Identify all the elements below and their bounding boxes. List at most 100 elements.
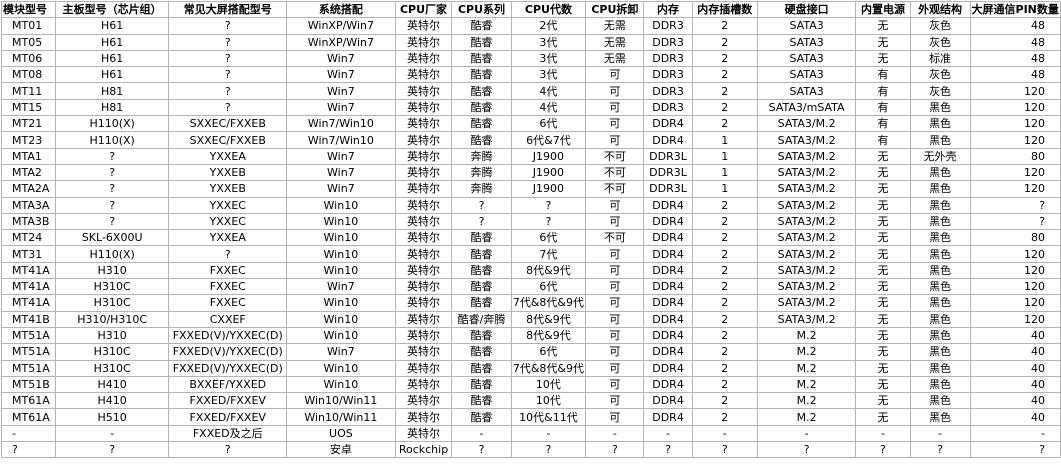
- cell-cpu-series[interactable]: 酷睿: [451, 229, 512, 247]
- cell-cpu-removable[interactable]: 可: [585, 196, 645, 214]
- cell-cpu-generation[interactable]: ?: [510, 212, 587, 231]
- cell-memory-type[interactable]: DDR4: [643, 294, 693, 312]
- cell-memory-type[interactable]: DDR4: [643, 375, 693, 394]
- column-header-appearance[interactable]: 外观结构: [909, 0, 971, 19]
- cell-internal-power[interactable]: 无: [855, 147, 911, 165]
- cell-memory-slots[interactable]: 2: [691, 408, 758, 426]
- cell-screen-model[interactable]: ?: [168, 66, 288, 84]
- cell-os[interactable]: Win7/Win10: [286, 115, 396, 133]
- cell-internal-power[interactable]: 无: [855, 229, 911, 247]
- cell-appearance[interactable]: ?: [909, 441, 971, 459]
- cell-disk-interface[interactable]: SATA3/M.2: [756, 131, 857, 149]
- cell-internal-power[interactable]: 无: [855, 343, 911, 361]
- cell-memory-type[interactable]: DDR4: [643, 343, 693, 361]
- cell-cpu-removable[interactable]: ?: [585, 441, 645, 459]
- cell-module-model[interactable]: MTA2A: [1, 180, 56, 198]
- cell-cpu-series[interactable]: 奔腾: [451, 163, 512, 182]
- cell-internal-power[interactable]: 无: [855, 278, 911, 296]
- cell-motherboard-model[interactable]: H410: [54, 375, 170, 394]
- cell-disk-interface[interactable]: M.2: [756, 359, 857, 377]
- cell-os[interactable]: Win10/Win11: [286, 392, 396, 410]
- cell-cpu-vendor[interactable]: 英特尔: [394, 33, 453, 51]
- cell-memory-slots[interactable]: 1: [691, 131, 758, 149]
- cell-cpu-series[interactable]: 酷睿: [451, 261, 512, 280]
- cell-cpu-removable[interactable]: 可: [585, 66, 645, 84]
- cell-module-model[interactable]: MT06: [1, 49, 56, 68]
- cell-screen-pin-count[interactable]: 120: [969, 131, 1061, 149]
- cell-disk-interface[interactable]: M.2: [756, 375, 857, 394]
- cell-internal-power[interactable]: ?: [855, 441, 911, 459]
- cell-cpu-series[interactable]: 酷睿: [451, 66, 512, 84]
- cell-cpu-generation[interactable]: 6代: [510, 115, 587, 133]
- cell-cpu-series[interactable]: 酷睿: [451, 115, 512, 133]
- cell-motherboard-model[interactable]: H61: [54, 17, 170, 35]
- cell-os[interactable]: Win7: [286, 278, 396, 296]
- cell-os[interactable]: Win7: [286, 180, 396, 198]
- cell-module-model[interactable]: MT24: [1, 229, 56, 247]
- cell-module-model[interactable]: MT61A: [1, 408, 56, 426]
- cell-cpu-series[interactable]: 酷睿: [451, 392, 512, 410]
- cell-internal-power[interactable]: 无: [855, 212, 911, 231]
- cell-screen-pin-count[interactable]: 120: [969, 278, 1061, 296]
- cell-os[interactable]: Win10: [286, 212, 396, 231]
- cell-internal-power[interactable]: 无: [855, 196, 911, 214]
- cell-screen-pin-count[interactable]: 40: [969, 359, 1061, 377]
- cell-screen-model[interactable]: ?: [168, 33, 288, 51]
- cell-cpu-series[interactable]: 奔腾: [451, 180, 512, 198]
- cell-appearance[interactable]: 黑色: [909, 326, 971, 345]
- cell-cpu-generation[interactable]: 3代: [510, 49, 587, 68]
- cell-memory-type[interactable]: DDR3L: [643, 163, 693, 182]
- cell-cpu-vendor[interactable]: 英特尔: [394, 245, 453, 263]
- cell-os[interactable]: Win7: [286, 66, 396, 84]
- cell-appearance[interactable]: 灰色: [909, 33, 971, 51]
- column-header-cpu-vendor[interactable]: CPU厂家: [394, 0, 453, 19]
- cell-screen-pin-count[interactable]: 120: [969, 163, 1061, 182]
- cell-module-model[interactable]: MT08: [1, 66, 56, 84]
- cell-disk-interface[interactable]: ?: [756, 441, 857, 459]
- cell-motherboard-model[interactable]: H110(X): [54, 131, 170, 149]
- cell-internal-power[interactable]: 无: [855, 359, 911, 377]
- cell-os[interactable]: Win10: [286, 229, 396, 247]
- cell-appearance[interactable]: 黑色: [909, 245, 971, 263]
- cell-cpu-generation[interactable]: ?: [510, 196, 587, 214]
- cell-appearance[interactable]: 黑色: [909, 163, 971, 182]
- cell-os[interactable]: Win7: [286, 163, 396, 182]
- column-header-screen-pin-count[interactable]: 大屏通信PIN数量: [969, 0, 1061, 19]
- cell-memory-type[interactable]: DDR3: [643, 49, 693, 68]
- cell-cpu-series[interactable]: -: [451, 424, 512, 443]
- cell-motherboard-model[interactable]: SKL-6X00U: [54, 229, 170, 247]
- cell-memory-type[interactable]: DDR3: [643, 66, 693, 84]
- cell-cpu-removable[interactable]: 可: [585, 359, 645, 377]
- cell-os[interactable]: Win7: [286, 98, 396, 117]
- cell-cpu-series[interactable]: 酷睿/奔腾: [451, 310, 512, 328]
- cell-memory-slots[interactable]: 2: [691, 49, 758, 68]
- cell-cpu-series[interactable]: 奔腾: [451, 147, 512, 165]
- cell-cpu-removable[interactable]: 不可: [585, 229, 645, 247]
- cell-screen-model[interactable]: FXXED/FXXEV: [168, 408, 288, 426]
- cell-screen-pin-count[interactable]: 120: [969, 310, 1061, 328]
- cell-cpu-vendor[interactable]: 英特尔: [394, 17, 453, 35]
- cell-screen-model[interactable]: CXXEF: [168, 310, 288, 328]
- cell-os[interactable]: Win10: [286, 375, 396, 394]
- cell-cpu-removable[interactable]: -: [585, 424, 645, 443]
- cell-internal-power[interactable]: 无: [855, 392, 911, 410]
- cell-module-model[interactable]: MT21: [1, 115, 56, 133]
- cell-cpu-generation[interactable]: 4代: [510, 98, 587, 117]
- cell-memory-slots[interactable]: 2: [691, 375, 758, 394]
- cell-cpu-removable[interactable]: 可: [585, 245, 645, 263]
- cell-cpu-vendor[interactable]: 英特尔: [394, 196, 453, 214]
- cell-disk-interface[interactable]: SATA3/M.2: [756, 212, 857, 231]
- cell-internal-power[interactable]: 无: [855, 33, 911, 51]
- cell-motherboard-model[interactable]: H61: [54, 49, 170, 68]
- cell-os[interactable]: Win10: [286, 261, 396, 280]
- cell-cpu-removable[interactable]: 可: [585, 392, 645, 410]
- cell-appearance[interactable]: 灰色: [909, 17, 971, 35]
- cell-cpu-generation[interactable]: 8代&9代: [510, 326, 587, 345]
- cell-memory-slots[interactable]: 2: [691, 98, 758, 117]
- cell-disk-interface[interactable]: SATA3/M.2: [756, 310, 857, 328]
- cell-memory-type[interactable]: -: [643, 424, 693, 443]
- cell-disk-interface[interactable]: SATA3/M.2: [756, 147, 857, 165]
- cell-motherboard-model[interactable]: H81: [54, 82, 170, 100]
- cell-cpu-vendor[interactable]: 英特尔: [394, 180, 453, 198]
- cell-screen-model[interactable]: YXXEA: [168, 229, 288, 247]
